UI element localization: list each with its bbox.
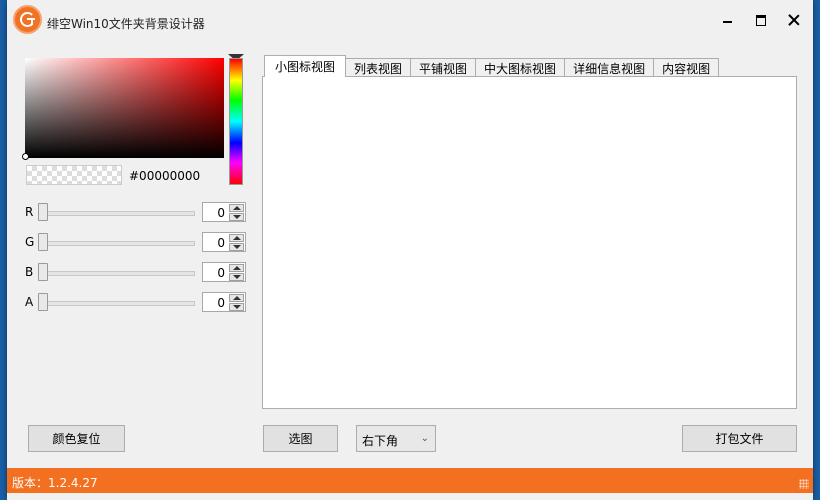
maximize-button[interactable] [746,8,776,32]
tab-content[interactable]: 内容视图 [653,58,720,77]
arrow-down-icon [232,275,241,279]
spin-down-button-r[interactable] [229,213,244,221]
spinbox-value-b[interactable]: 0 [217,266,225,280]
tab-details[interactable]: 详细信息视图 [564,58,655,77]
arrow-down-icon [232,305,241,309]
tab-tiles[interactable]: 平铺视图 [410,58,477,77]
slider-row-a: A 0 [25,291,247,313]
app-logo-icon [13,5,42,34]
version-label: 版本：1.2.4.27 [12,476,98,490]
slider-row-g: G 0 [25,231,247,253]
spin-up-button-a[interactable] [229,294,244,302]
minimize-icon [722,20,732,23]
spinbox-b[interactable]: 0 [202,262,246,282]
spinbox-r[interactable]: 0 [202,202,246,222]
slider-label-r: R [25,205,34,219]
spin-down-button-b[interactable] [229,273,244,281]
close-button[interactable] [779,8,809,32]
sv-picker-handle[interactable] [22,153,29,160]
resize-grip-icon[interactable] [799,479,809,489]
spin-up-button-g[interactable] [229,234,244,242]
slider-label-b: B [25,265,34,279]
arrow-up-icon [232,266,241,270]
slider-track-a[interactable] [40,301,195,306]
spin-down-button-a[interactable] [229,303,244,311]
spinbox-value-g[interactable]: 0 [217,236,225,250]
slider-track-g[interactable] [40,241,195,246]
chevron-down-icon: ⌄ [420,433,429,444]
title-bar[interactable]: 绯空Win10文件夹背景设计器 [7,0,813,40]
window-title: 绯空Win10文件夹背景设计器 [47,17,205,31]
arrow-up-icon [232,236,241,240]
spinbox-g[interactable]: 0 [202,232,246,252]
spin-down-button-g[interactable] [229,243,244,251]
status-bar: 版本：1.2.4.27 [7,468,813,493]
saturation-value-picker[interactable] [22,58,224,160]
slider-row-b: B 0 [25,261,247,283]
tab-medium-large-icons[interactable]: 中大图标视图 [475,58,566,77]
position-select[interactable]: 右下角 ⌄ [356,425,436,452]
slider-label-g: G [25,235,35,249]
slider-track-b[interactable] [40,271,195,276]
pack-files-button[interactable]: 打包文件 [682,425,797,452]
arrow-down-icon [232,215,241,219]
slider-label-a: A [25,295,34,309]
view-tabs: 小图标视图 列表视图 平铺视图 中大图标视图 详细信息视图 内容视图 [264,55,720,77]
spin-up-button-r[interactable] [229,204,244,212]
tab-list[interactable]: 列表视图 [345,58,412,77]
spinbox-a[interactable]: 0 [202,292,246,312]
maximize-icon [756,14,766,26]
spin-up-button-b[interactable] [229,264,244,272]
arrow-down-icon [232,245,241,249]
slider-thumb-r[interactable] [38,203,48,221]
choose-image-button[interactable]: 选图 [263,425,338,452]
slider-thumb-b[interactable] [38,263,48,281]
minimize-button[interactable] [712,8,742,32]
spinbox-value-r[interactable]: 0 [217,206,225,220]
tab-panel-preview [262,76,797,409]
arrow-up-icon [232,296,241,300]
tab-small-icons[interactable]: 小图标视图 [264,55,347,77]
position-select-value: 右下角 [362,434,399,448]
spinbox-value-a[interactable]: 0 [217,296,225,310]
arrow-up-icon [232,206,241,210]
hex-color-value: #00000000 [129,169,201,183]
slider-row-r: R 0 [25,201,247,223]
close-icon [788,14,800,26]
color-preview-swatch [26,165,122,185]
slider-thumb-g[interactable] [38,233,48,251]
hue-slider[interactable] [229,58,243,185]
color-reset-button[interactable]: 颜色复位 [28,425,125,452]
slider-thumb-a[interactable] [38,293,48,311]
app-window: 绯空Win10文件夹背景设计器 #00000000 R 0 G 0 B 0 A … [7,0,813,500]
slider-track-r[interactable] [40,211,195,216]
